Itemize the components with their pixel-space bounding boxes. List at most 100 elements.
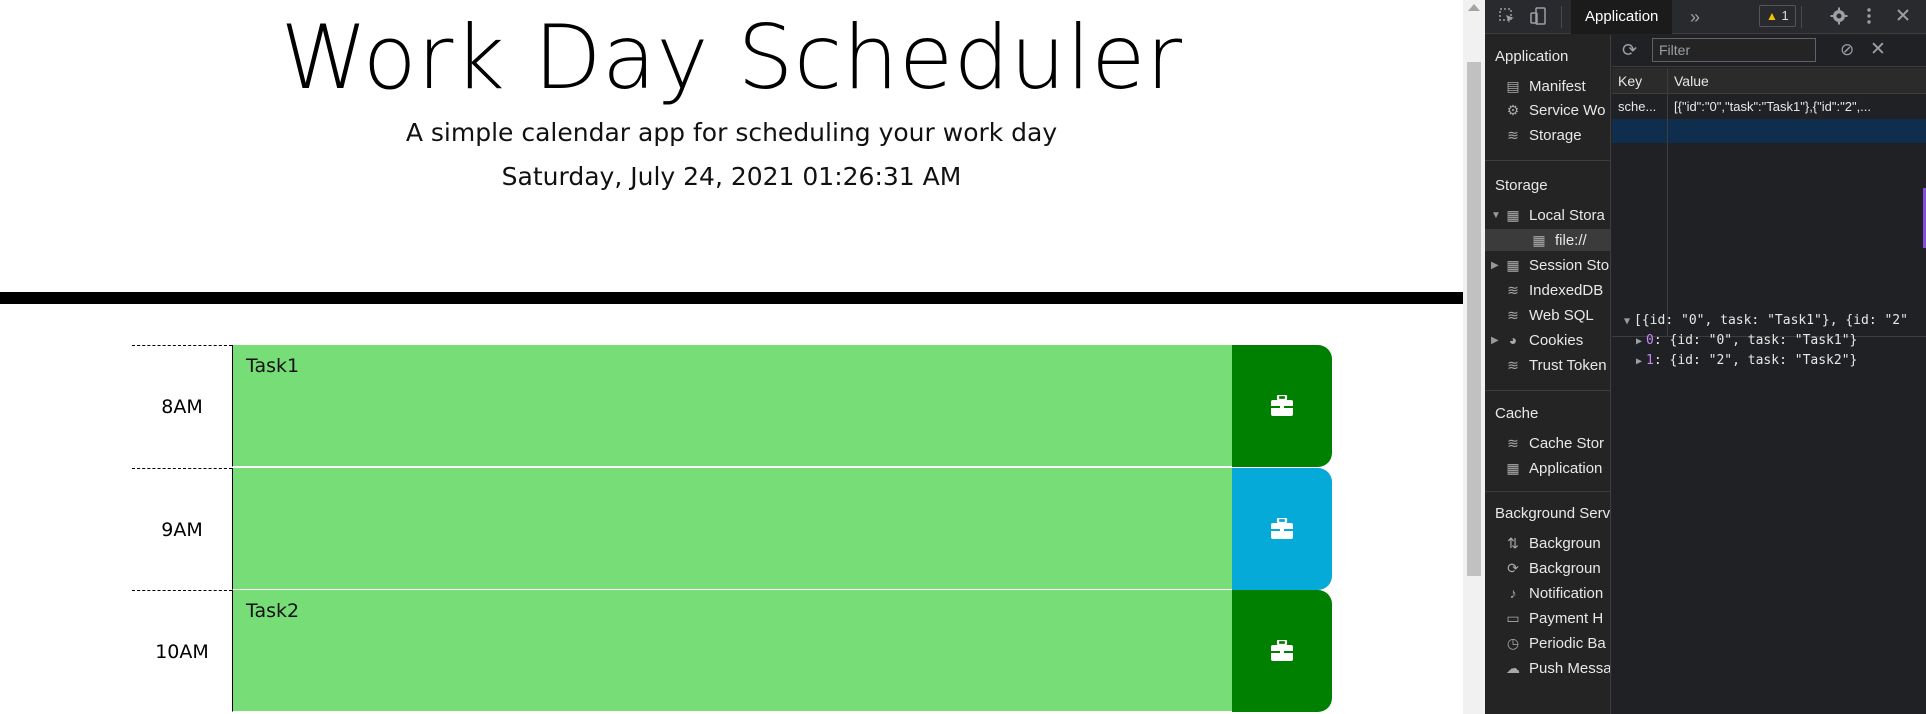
sidebar-item-web-sql[interactable]: ≋ Web SQL bbox=[1505, 304, 1594, 326]
application-sidebar: Application ▤ Manifest ⚙ Service Wo ≋ Stora… bbox=[1485, 35, 1611, 714]
save-button[interactable] bbox=[1232, 345, 1332, 467]
sidebar-section-application: Application bbox=[1495, 48, 1569, 65]
document-icon: ▤ bbox=[1506, 78, 1520, 94]
close-devtools-icon[interactable] bbox=[1893, 7, 1913, 27]
column-header-value[interactable]: Value bbox=[1668, 68, 1926, 94]
sidebar-item-periodic-background-sync[interactable]: ◷ Periodic Ba bbox=[1505, 632, 1606, 654]
save-button[interactable] bbox=[1232, 468, 1332, 590]
hour-label: 10AM bbox=[132, 590, 232, 712]
sidebar-item-local-storage-file[interactable]: ▦ file:// bbox=[1485, 229, 1610, 251]
clear-all-icon[interactable]: ⊘ bbox=[1840, 40, 1854, 60]
warnings-badge[interactable]: ▲ 1 bbox=[1759, 5, 1796, 27]
delete-selected-icon[interactable]: ✕ bbox=[1870, 38, 1886, 61]
devtools-toolbar: Application » ▲ 1 bbox=[1485, 0, 1926, 34]
clock-icon: ◷ bbox=[1506, 635, 1520, 651]
sidebar-item-background-sync[interactable]: ⟳ Backgroun bbox=[1505, 557, 1601, 579]
page-title: Work Day Scheduler bbox=[280, 6, 1183, 109]
row-value[interactable]: [{"id":"0","task":"Task1"},{"id":"2",... bbox=[1668, 95, 1926, 119]
expanded-arrow-icon: ▼ bbox=[1624, 316, 1631, 327]
scheduler-page: Work Day Scheduler A simple calendar app… bbox=[0, 0, 1463, 714]
sidebar-section-background-services: Background Servi bbox=[1495, 505, 1611, 522]
empty-selected-row[interactable] bbox=[1612, 119, 1926, 143]
time-block-row: 9AM bbox=[132, 468, 1332, 590]
row-key[interactable]: sche... bbox=[1612, 95, 1667, 119]
expanded-arrow-icon[interactable]: ▼ bbox=[1491, 210, 1503, 221]
up-down-arrows-icon: ⇅ bbox=[1507, 535, 1519, 551]
warning-count: 1 bbox=[1781, 8, 1789, 23]
scroll-up-arrow-icon[interactable] bbox=[1468, 4, 1480, 11]
sidebar-item-push-messaging[interactable]: ☁ Push Messa bbox=[1505, 657, 1610, 679]
sidebar-item-payment-handler[interactable]: ▭ Payment H bbox=[1505, 607, 1603, 629]
cloud-icon: ☁ bbox=[1506, 660, 1520, 676]
devtools-panel: Application » ▲ 1 Application ▤ Manifest … bbox=[1485, 0, 1926, 714]
briefcase-icon bbox=[1271, 395, 1293, 416]
database-icon: ≋ bbox=[1507, 357, 1519, 373]
table-icon: ▦ bbox=[1506, 207, 1520, 223]
time-block-row: 10AM Task2 bbox=[132, 590, 1332, 712]
sidebar-item-background-fetch[interactable]: ⇅ Backgroun bbox=[1505, 532, 1601, 554]
briefcase-icon bbox=[1271, 640, 1293, 661]
task-textarea[interactable] bbox=[232, 468, 1232, 590]
database-icon: ≋ bbox=[1507, 307, 1519, 323]
header-divider bbox=[0, 292, 1463, 304]
preview-item[interactable]: ▶ 1: {id: "2", task: "Task2"} bbox=[1636, 351, 1857, 371]
table-icon: ▦ bbox=[1506, 257, 1520, 273]
device-toolbar-icon[interactable] bbox=[1529, 7, 1549, 27]
collapsed-arrow-icon[interactable]: ▶ bbox=[1491, 260, 1503, 271]
current-date: Saturday, July 24, 2021 01:26:31 AM bbox=[501, 162, 962, 191]
database-icon: ≋ bbox=[1507, 127, 1519, 143]
gear-icon: ⚙ bbox=[1506, 102, 1520, 118]
toolbar-separator bbox=[1561, 6, 1562, 28]
sidebar-item-cache-storage[interactable]: ≋ Cache Stor bbox=[1505, 432, 1604, 454]
sidebar-item-indexeddb[interactable]: ≋ IndexedDB bbox=[1505, 279, 1603, 301]
sidebar-section-storage: Storage bbox=[1495, 177, 1548, 194]
hour-label: 9AM bbox=[132, 468, 232, 590]
warning-icon: ▲ bbox=[1766, 9, 1778, 23]
scrollbar-thumb[interactable] bbox=[1467, 62, 1481, 576]
filter-input[interactable] bbox=[1652, 38, 1816, 62]
hour-label: 8AM bbox=[132, 345, 232, 467]
time-block-row: 8AM Task1 bbox=[132, 345, 1332, 467]
tab-application[interactable]: Application bbox=[1571, 0, 1673, 34]
sidebar-item-local-storage[interactable]: ▼ ▦ Local Stora bbox=[1491, 204, 1605, 226]
column-header-key[interactable]: Key bbox=[1612, 68, 1668, 94]
sync-icon: ⟳ bbox=[1507, 560, 1519, 576]
page-scrollbar[interactable] bbox=[1463, 0, 1485, 714]
page-lead: A simple calendar app for scheduling you… bbox=[405, 118, 1058, 147]
briefcase-icon bbox=[1271, 518, 1293, 539]
table-icon: ▦ bbox=[1506, 460, 1520, 476]
sidebar-item-manifest[interactable]: ▤ Manifest bbox=[1505, 75, 1585, 97]
refresh-icon[interactable]: ⟳ bbox=[1622, 40, 1637, 61]
sidebar-item-service-workers[interactable]: ⚙ Service Wo bbox=[1505, 99, 1606, 121]
inspect-element-icon[interactable] bbox=[1497, 7, 1517, 27]
sidebar-item-cookies[interactable]: ▶ ◕ Cookies bbox=[1491, 329, 1583, 351]
preview-item[interactable]: ▶ 0: {id: "0", task: "Task1"} bbox=[1636, 331, 1857, 351]
card-icon: ▭ bbox=[1506, 610, 1520, 626]
bell-icon: ♪ bbox=[1509, 585, 1517, 601]
sidebar-item-trust-tokens[interactable]: ≋ Trust Token bbox=[1505, 354, 1606, 376]
column-separator bbox=[1667, 68, 1668, 336]
collapsed-arrow-icon: ▶ bbox=[1636, 336, 1643, 347]
collapsed-arrow-icon: ▶ bbox=[1636, 356, 1643, 367]
save-button[interactable] bbox=[1232, 590, 1332, 712]
table-icon: ▦ bbox=[1532, 232, 1546, 248]
toolbar-separator bbox=[1801, 6, 1802, 28]
database-icon: ≋ bbox=[1507, 282, 1519, 298]
preview-root[interactable]: ▼ [{id: "0", task: "Task1"}, {id: "2" bbox=[1624, 311, 1908, 331]
more-tabs-icon[interactable]: » bbox=[1685, 7, 1705, 27]
storage-table: Key Value sche... [{"id":"0","task":"Tas… bbox=[1612, 68, 1926, 337]
kebab-menu-icon[interactable] bbox=[1859, 7, 1879, 27]
sidebar-item-storage[interactable]: ≋ Storage bbox=[1505, 124, 1581, 146]
storage-filter-bar: ⟳ ⊘ ✕ bbox=[1612, 35, 1926, 67]
gear-icon[interactable] bbox=[1829, 7, 1849, 27]
storage-view: ⟳ ⊘ ✕ Key Value sche... [{"id":"0","task… bbox=[1612, 35, 1926, 714]
task-textarea[interactable]: Task2 bbox=[232, 590, 1232, 712]
sidebar-section-cache: Cache bbox=[1495, 405, 1539, 422]
task-textarea[interactable]: Task1 bbox=[232, 345, 1232, 467]
sidebar-item-application-cache[interactable]: ▦ Application bbox=[1505, 457, 1602, 479]
database-icon: ≋ bbox=[1507, 435, 1519, 451]
collapsed-arrow-icon[interactable]: ▶ bbox=[1491, 335, 1503, 346]
sidebar-item-session-storage[interactable]: ▶ ▦ Session Sto bbox=[1491, 254, 1609, 276]
sidebar-item-notifications[interactable]: ♪ Notification bbox=[1505, 582, 1604, 604]
cookie-icon: ◕ bbox=[1508, 332, 1518, 348]
